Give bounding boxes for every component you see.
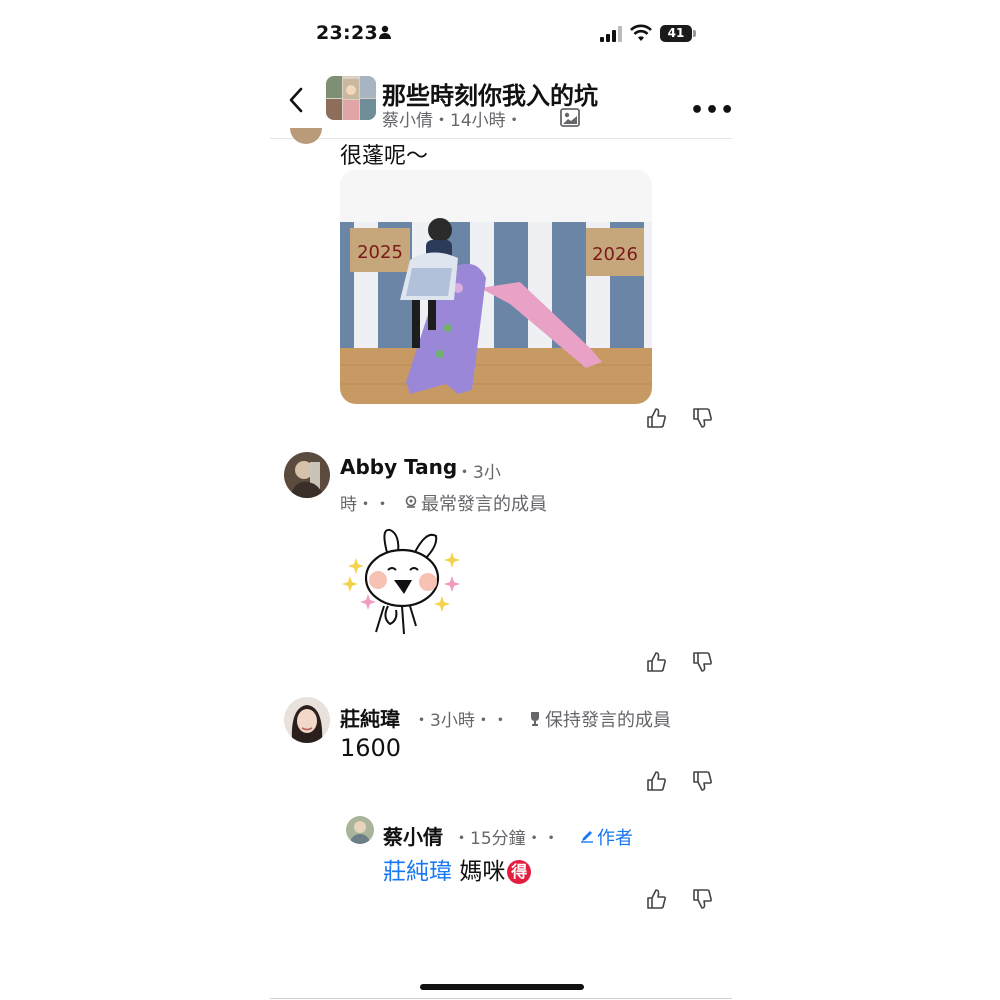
reply-text: 莊純瑋 媽咪得: [383, 852, 532, 886]
dislike-icon[interactable]: [691, 770, 713, 792]
dislike-icon[interactable]: [691, 407, 713, 429]
like-icon[interactable]: [645, 888, 667, 910]
post-subtitle: 蔡小倩・14小時・: [382, 111, 523, 131]
like-icon[interactable]: [645, 651, 667, 673]
member-badge-icon: [405, 495, 417, 508]
avatar[interactable]: [346, 816, 374, 844]
bunny-sticker: [342, 528, 460, 635]
bottom-divider: [270, 998, 732, 999]
comment-author[interactable]: 莊純瑋: [340, 703, 400, 732]
member-badge: 保持發言的成員: [545, 710, 671, 731]
sign-2026: 2026: [592, 244, 638, 265]
comment-meta-cont: 時・・: [340, 495, 391, 515]
trophy-icon: [531, 712, 539, 726]
mention-link[interactable]: 莊純瑋: [383, 859, 452, 885]
battery-icon: 41: [660, 25, 692, 42]
comment-author[interactable]: 蔡小倩: [383, 821, 443, 850]
like-icon[interactable]: [645, 770, 667, 792]
battery-nub: [693, 30, 696, 37]
wifi-icon: [630, 24, 652, 41]
red-emoji-badge: 得: [507, 860, 532, 884]
status-time: 23:23: [316, 22, 378, 44]
more-options-icon[interactable]: •••: [690, 98, 732, 123]
like-icon[interactable]: [645, 407, 667, 429]
sign-2025: 2025: [357, 242, 403, 263]
group-avatar[interactable]: [326, 76, 376, 120]
comment-meta: ・3小: [456, 463, 501, 483]
reply-body: 媽咪: [459, 859, 506, 885]
pencil-icon: [581, 831, 593, 843]
post-text: 很蓬呢～: [340, 144, 429, 169]
comment-text: 1600: [340, 734, 402, 762]
dislike-icon[interactable]: [691, 651, 713, 673]
comment-meta: ・3小時・・: [413, 711, 509, 731]
signal-icon: [600, 26, 622, 42]
back-chevron-icon[interactable]: [288, 86, 304, 114]
previous-avatar: [290, 128, 322, 144]
post-photo[interactable]: 2025 2026: [340, 170, 652, 404]
avatar[interactable]: [284, 452, 330, 498]
member-badge: 最常發言的成員: [421, 494, 547, 515]
home-indicator[interactable]: [420, 984, 584, 990]
author-badge: 作者: [597, 828, 633, 849]
album-icon: [560, 108, 580, 127]
phone-screen: 23:23 41 那些時刻你我入的坑 蔡小倩・14小時・ ••• 很蓬呢～ 20…: [270, 0, 732, 1000]
comment-author[interactable]: Abby Tang: [340, 455, 457, 479]
person-icon: [379, 25, 391, 39]
dislike-icon[interactable]: [691, 888, 713, 910]
avatar[interactable]: [284, 697, 330, 743]
comment-meta: ・15分鐘・・: [453, 829, 560, 849]
